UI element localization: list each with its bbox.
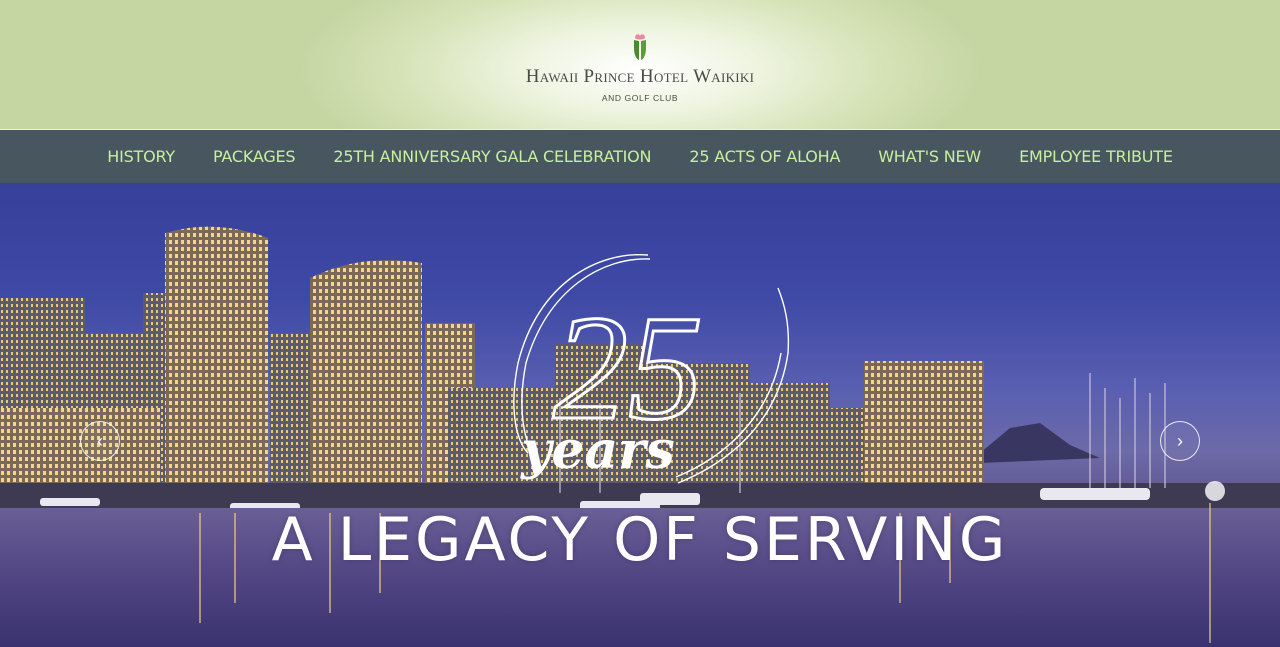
tulip-logo-icon[interactable] (631, 32, 649, 62)
nav-employee-tribute[interactable]: EMPLOYEE TRIBUTE (1019, 147, 1173, 166)
nav-packages[interactable]: PACKAGES (213, 147, 296, 166)
nav-history[interactable]: HISTORY (107, 147, 175, 166)
main-nav: HISTORY PACKAGES 25TH ANNIVERSARY GALA C… (0, 130, 1280, 183)
25-years-emblem: 25 years (513, 253, 790, 484)
carousel-next-button[interactable]: › (1160, 421, 1200, 461)
site-header: Hawaii Prince Hotel Waikiki AND GOLF CLU… (0, 0, 1280, 130)
nav-25-acts-of-aloha[interactable]: 25 ACTS OF ALOHA (689, 147, 840, 166)
hotel-name[interactable]: Hawaii Prince Hotel Waikiki (0, 66, 1280, 88)
chevron-right-icon: › (1177, 430, 1183, 451)
nav-gala-celebration[interactable]: 25TH ANNIVERSARY GALA CELEBRATION (333, 147, 651, 166)
chevron-left-icon: ‹ (97, 430, 103, 451)
hero-carousel: 25 years ‹ › A LEGACY OF SERVING (0, 183, 1280, 647)
hero-tagline: A LEGACY OF SERVING (271, 505, 1009, 575)
hotel-subtitle: AND GOLF CLUB (601, 93, 679, 103)
carousel-prev-button[interactable]: ‹ (80, 421, 120, 461)
nav-whats-new[interactable]: WHAT'S NEW (878, 147, 981, 166)
emblem-word: years (520, 420, 675, 481)
